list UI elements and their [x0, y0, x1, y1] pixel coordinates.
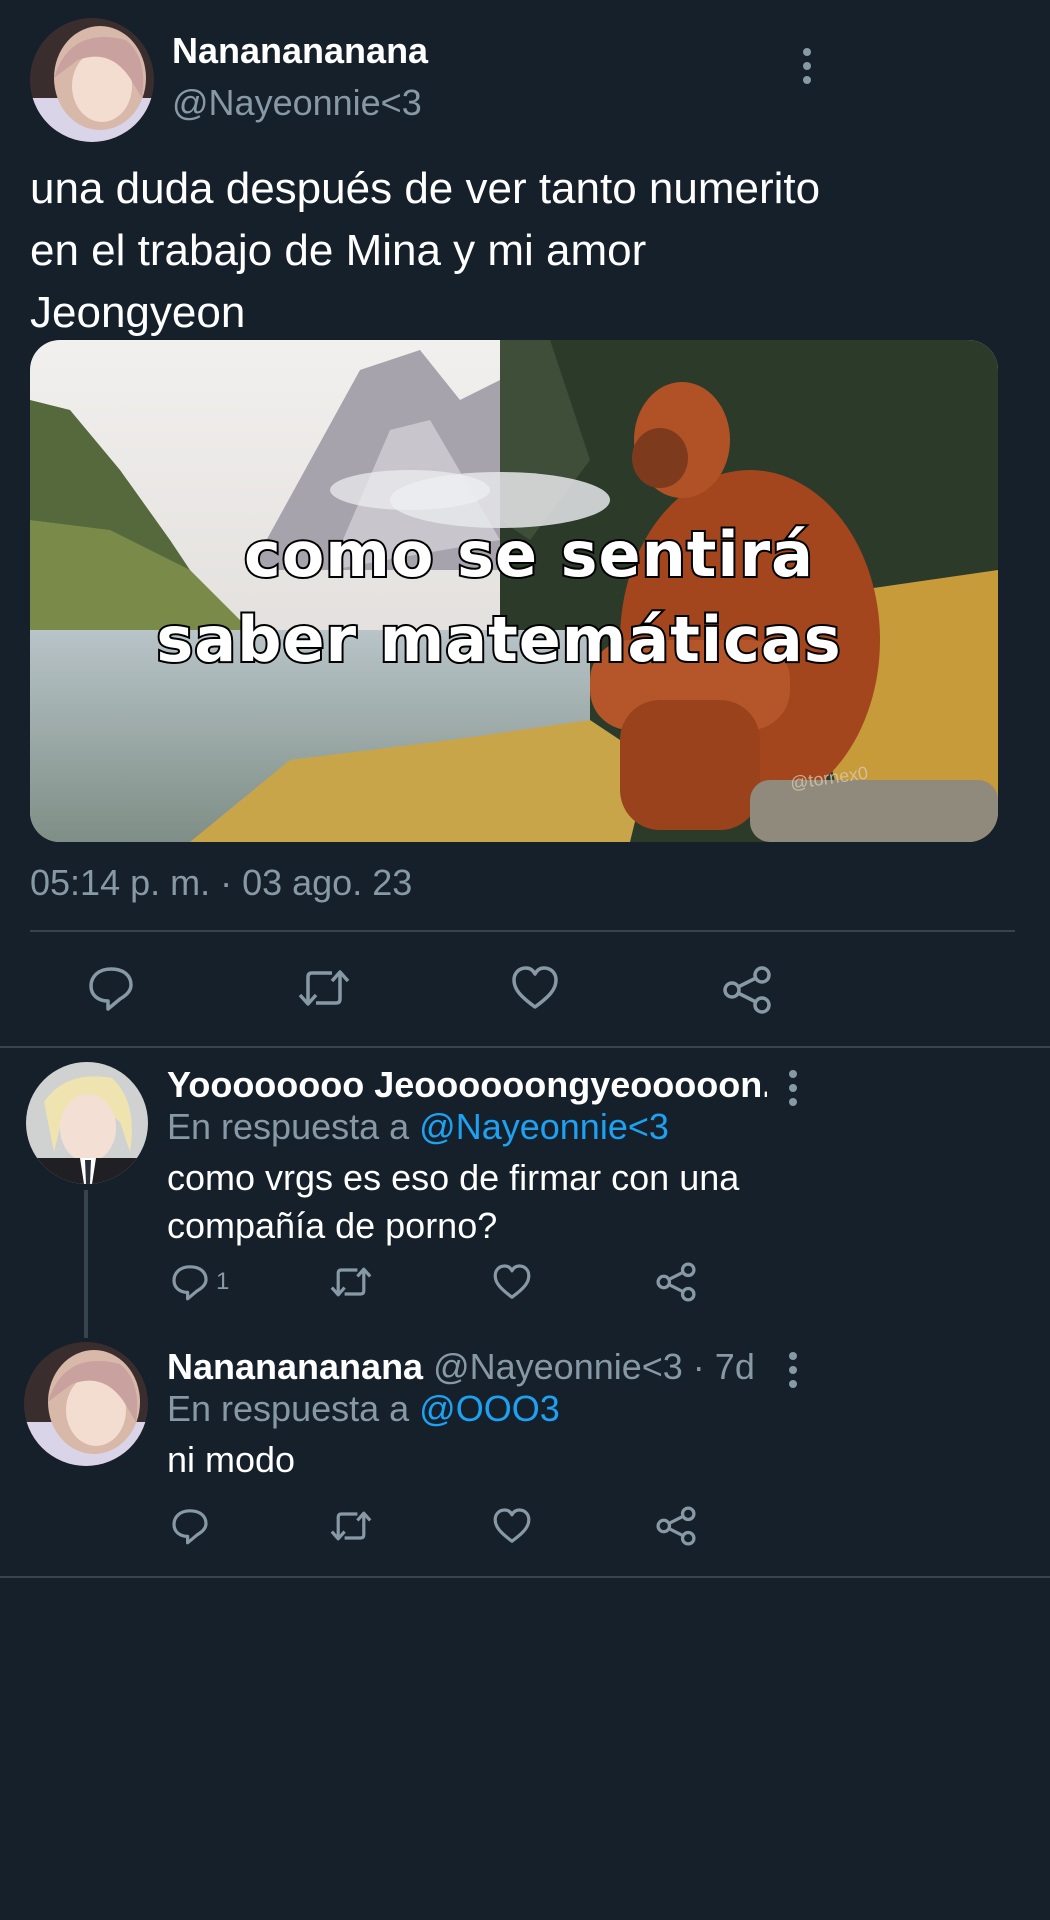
retweet-icon: [330, 1511, 372, 1541]
meme-caption-line2: saber matemáticas: [154, 601, 842, 678]
reply-text-line: ni modo: [167, 1439, 296, 1480]
reply-button[interactable]: [86, 963, 136, 1013]
share-icon: [656, 1506, 696, 1546]
reply-text-line: compañía de porno?: [167, 1205, 498, 1246]
tweet-timestamp[interactable]: 05:14 p. m. · 03 ago. 23: [30, 862, 412, 904]
reply-count: 1: [216, 1268, 230, 1295]
retweet-button[interactable]: [328, 1262, 374, 1302]
reply-button[interactable]: 1: [170, 1262, 229, 1302]
more-options-icon[interactable]: [783, 1070, 803, 1106]
heart-icon: [512, 966, 558, 1009]
reply-context: En respuesta a @OOO3: [167, 1388, 560, 1430]
reply-context: En respuesta a @Nayeonnie<3: [167, 1106, 669, 1148]
tweet-text-line: Jeongyeon: [30, 288, 246, 337]
retweet-button[interactable]: [328, 1506, 374, 1546]
share-button[interactable]: [654, 1504, 698, 1548]
reply-text-line: como vrgs es eso de firmar con una: [167, 1157, 740, 1198]
share-button[interactable]: [654, 1260, 698, 1304]
tweet-text: una duda después de ver tanto numerito e…: [30, 158, 1020, 344]
reply-bottom-divider: [0, 1576, 1050, 1578]
avatar[interactable]: [30, 18, 154, 142]
more-options-icon[interactable]: [783, 1352, 803, 1388]
share-icon: [723, 966, 771, 1014]
reply-author-name[interactable]: Nananananana: [167, 1346, 423, 1387]
more-options-icon[interactable]: [797, 48, 817, 84]
reply-icon: [89, 967, 133, 1011]
reply-icon: [172, 1509, 208, 1545]
timestamp-divider: [30, 930, 1015, 932]
author-handle[interactable]: @Nayeonnie<3: [172, 82, 422, 124]
mention-link[interactable]: @Nayeonnie<3: [419, 1106, 669, 1147]
thread-line: [84, 1190, 88, 1338]
tweet-text-line: una duda después de ver tanto numerito: [30, 164, 821, 213]
meme-caption-line1: como se sentirá: [242, 516, 815, 593]
share-icon: [656, 1262, 696, 1302]
reply-text: ni modo: [167, 1436, 987, 1484]
tweet-image[interactable]: como se sentirá saber matemáticas @torne…: [30, 340, 998, 842]
avatar[interactable]: [24, 1342, 148, 1466]
heart-icon: [493, 1264, 531, 1299]
retweet-icon: [298, 970, 350, 1006]
author-name[interactable]: Nananananana: [172, 30, 428, 72]
tweet-text-line: en el trabajo de Mina y mi amor: [30, 226, 647, 275]
reply-icon: [172, 1265, 208, 1301]
reply-author-name[interactable]: Yoooooooo Jeoooooongyeooooon...: [167, 1064, 767, 1106]
reply-header: Nananananana @Nayeonnie<3 · 7d: [167, 1346, 755, 1388]
reply-text: como vrgs es eso de firmar con una compa…: [167, 1154, 987, 1250]
main-tweet-bottom-divider: [0, 1046, 1050, 1048]
mention-link[interactable]: @OOO3: [419, 1388, 560, 1429]
reply-prefix: En respuesta a: [167, 1388, 410, 1429]
retweet-icon: [330, 1267, 372, 1297]
avatar[interactable]: [26, 1062, 148, 1184]
like-button[interactable]: [492, 1262, 532, 1302]
like-button[interactable]: [510, 963, 560, 1013]
retweet-button[interactable]: [296, 963, 352, 1013]
reply-prefix: En respuesta a: [167, 1106, 410, 1147]
like-button[interactable]: [492, 1506, 532, 1546]
heart-icon: [493, 1508, 531, 1543]
reply-handle-time[interactable]: @Nayeonnie<3 · 7d: [433, 1346, 755, 1387]
reply-button[interactable]: [170, 1506, 210, 1546]
share-button[interactable]: [720, 963, 774, 1017]
